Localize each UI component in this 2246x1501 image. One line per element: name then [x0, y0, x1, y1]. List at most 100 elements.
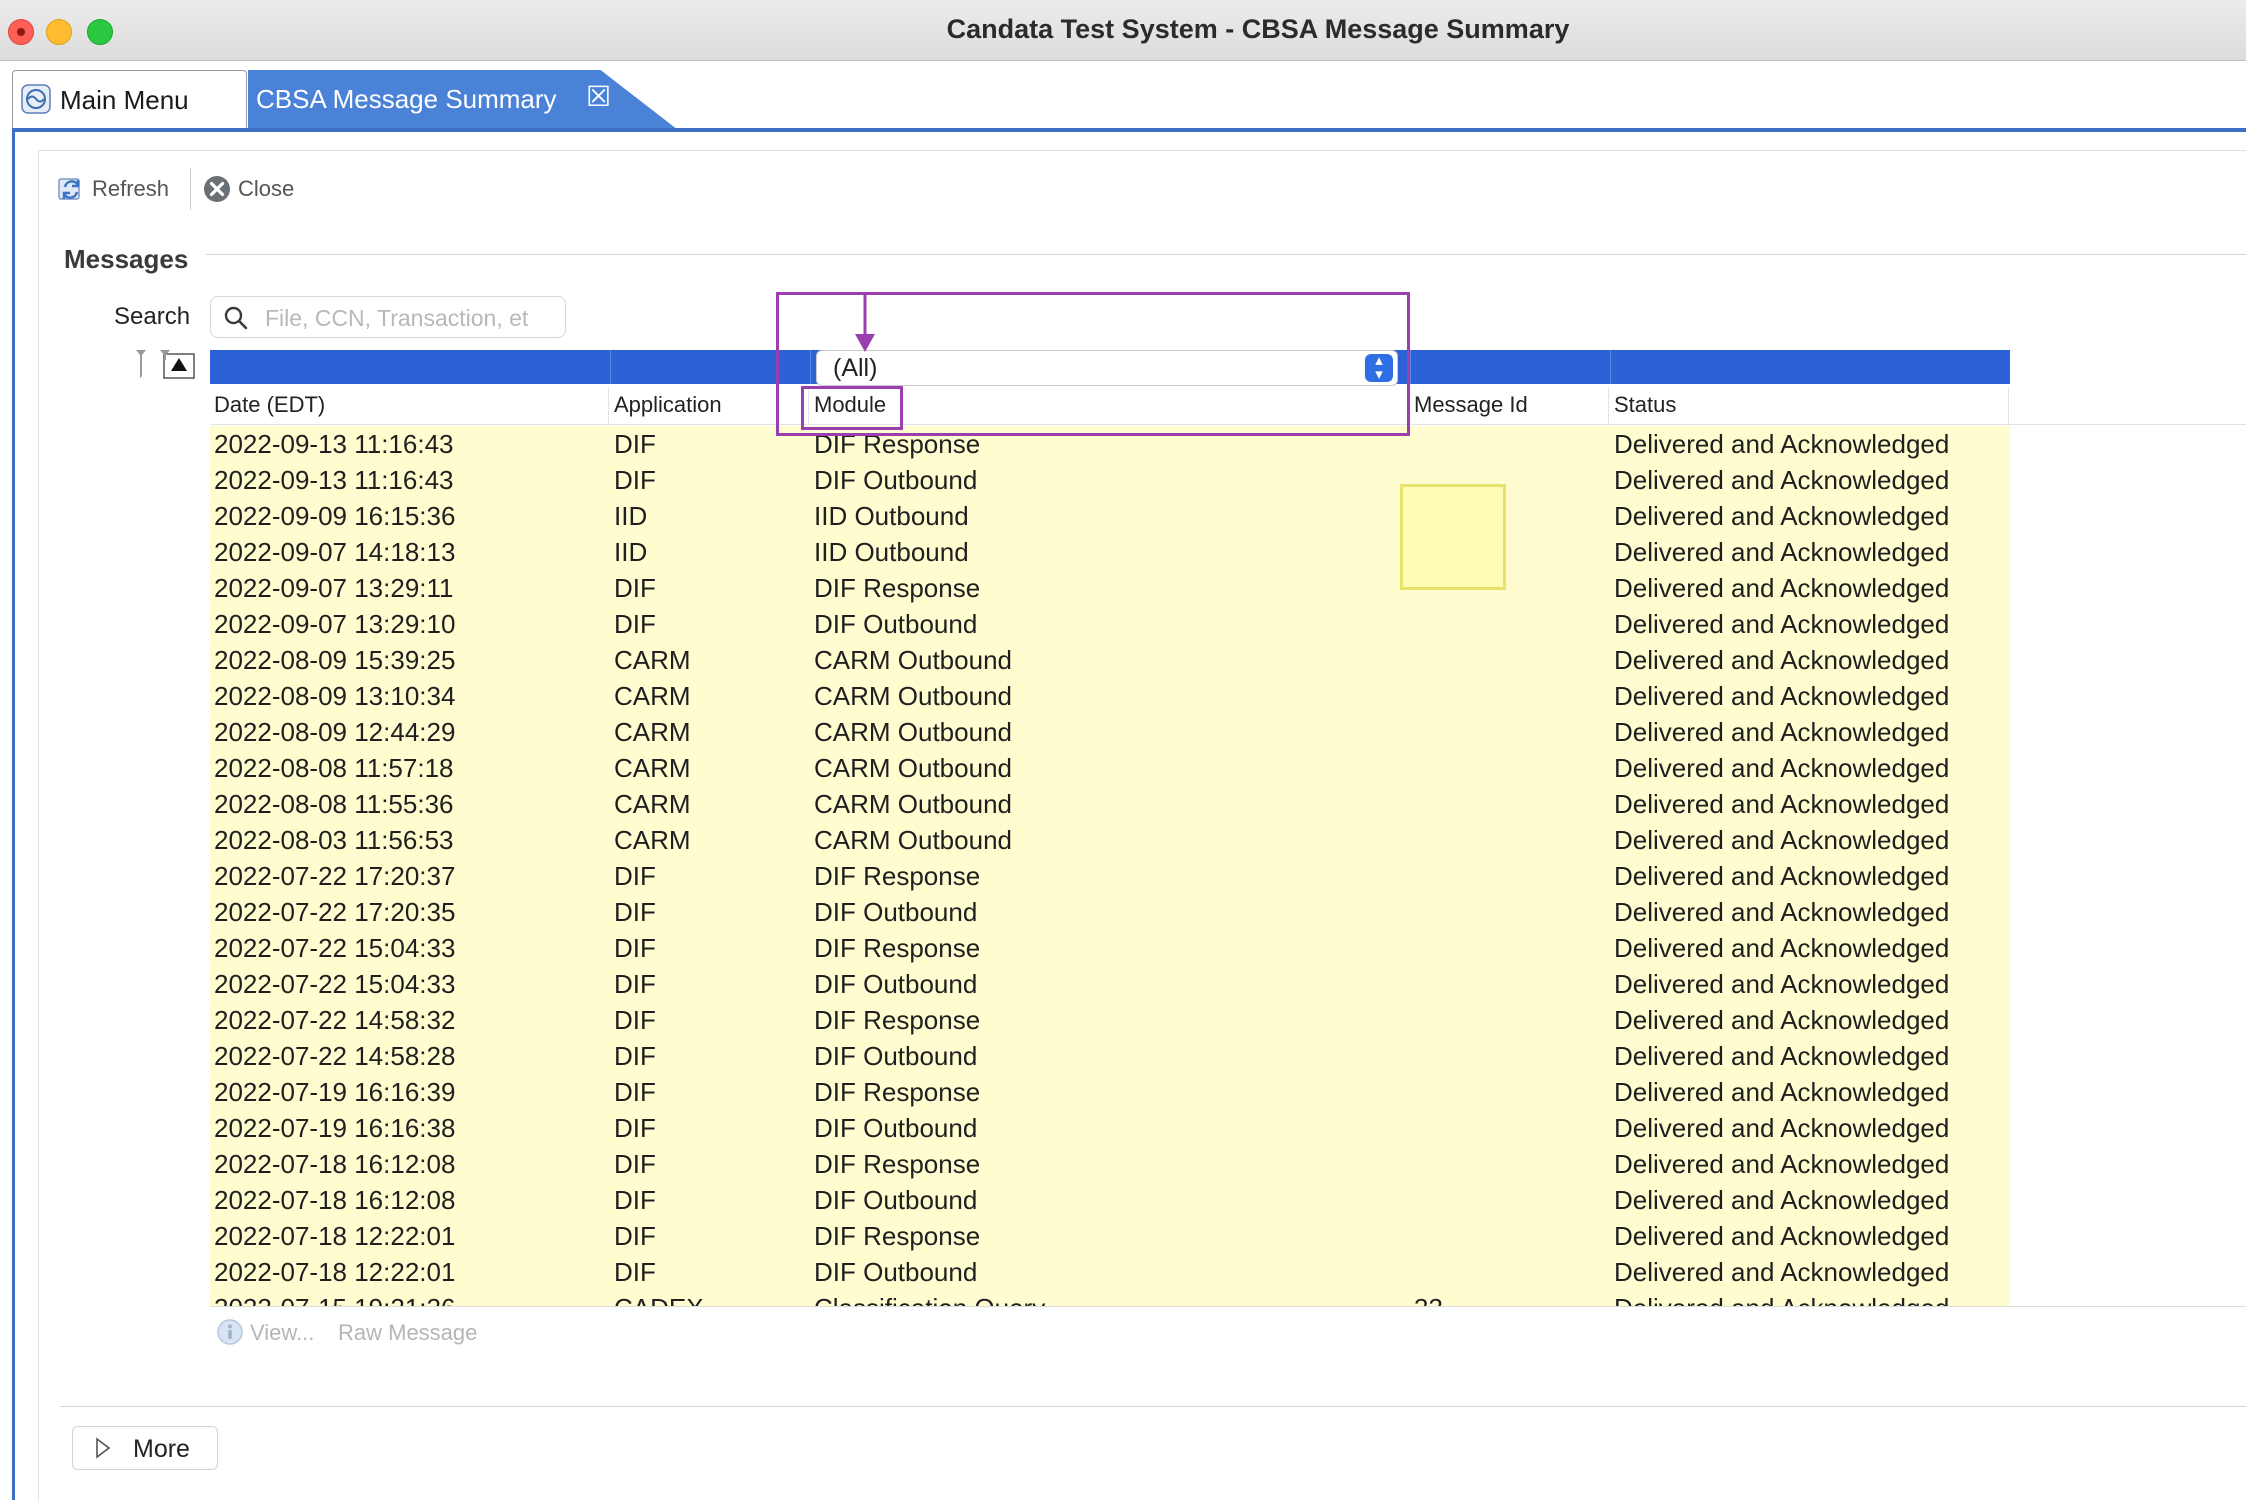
cell-status: Delivered and Acknowledged — [1614, 933, 1950, 963]
table-row[interactable]: 2022-08-03 11:56:53 CARM CARM Outbound Deli… — [210, 822, 2010, 858]
filter-divider — [610, 350, 611, 384]
table-row[interactable]: 2022-07-19 16:16:38 DIF DIF Outbound Delive… — [210, 1110, 2010, 1146]
filter-icon[interactable] — [136, 350, 146, 378]
cell-module: CARM Outbound — [814, 825, 1012, 855]
table-row[interactable]: 2022-09-13 11:16:43 DIF DIF Outbound Delive… — [210, 462, 2010, 498]
cell-status: Delivered and Acknowledged — [1614, 1185, 1950, 1215]
window-title: Candata Test System - CBSA Message Summa… — [946, 14, 1570, 44]
messages-table-body[interactable]: 2022-09-13 11:16:43 DIF DIF Response Delive… — [210, 426, 2010, 1306]
search-input[interactable] — [263, 303, 563, 333]
table-row[interactable]: 2022-08-08 11:57:18 CARM CARM Outbound Deli… — [210, 750, 2010, 786]
column-divider[interactable] — [808, 388, 809, 424]
cell-date: 2022-07-22 15:04:33 — [214, 969, 456, 999]
table-row[interactable]: 2022-07-22 15:04:33 DIF DIF Response Delive… — [210, 930, 2010, 966]
cell-status: Delivered and Acknowledged — [1614, 681, 1950, 711]
cell-status: Delivered and Acknowledged — [1614, 1293, 1949, 1306]
table-row[interactable]: 2022-09-07 13:29:11 DIF DIF Response Delive… — [210, 570, 2010, 606]
table-row[interactable]: 2022-09-09 16:15:36 IID IID Outbound Delive… — [210, 498, 2010, 534]
table-row[interactable]: 2022-07-22 15:04:33 DIF DIF Outbound Delive… — [210, 966, 2010, 1002]
cell-date: 2022-07-22 14:58:28 — [214, 1041, 456, 1071]
cell-application: CARM — [614, 717, 691, 747]
column-divider[interactable] — [608, 388, 609, 424]
table-row[interactable]: 2022-07-22 17:20:35 DIF DIF Outbound Delive… — [210, 894, 2010, 930]
cell-status: Delivered and Acknowledged — [1614, 1077, 1950, 1107]
table-row[interactable]: 2022-07-22 14:58:28 DIF DIF Outbound Delive… — [210, 1038, 2010, 1074]
table-row[interactable]: 2022-08-08 11:55:36 CARM CARM Outbound Deli… — [210, 786, 2010, 822]
column-header-status[interactable]: Status — [1614, 392, 1676, 418]
cell-date: 2022-07-18 12:22:01 — [214, 1257, 456, 1287]
column-header-message-id[interactable]: Message Id — [1414, 392, 1528, 418]
column-header-application[interactable]: Application — [614, 392, 722, 418]
filter-controls[interactable] — [132, 346, 202, 382]
table-row[interactable]: 2022-07-18 12:22:01 DIF DIF Outbound Delive… — [210, 1254, 2010, 1290]
column-divider[interactable] — [1408, 388, 1409, 424]
cell-status: Delivered and Acknowledged — [1614, 645, 1950, 675]
select-stepper-icon[interactable]: ▴ ▾ — [1365, 353, 1393, 382]
footer-divider — [60, 1406, 2246, 1407]
cell-status: Delivered and Acknowledged — [1614, 1041, 1950, 1071]
table-row[interactable]: 2022-09-13 11:16:43 DIF DIF Response Delive… — [210, 426, 2010, 462]
more-button[interactable]: More — [72, 1426, 218, 1470]
search-icon — [224, 306, 248, 330]
table-row[interactable]: 2022-08-09 12:44:29 CARM CARM Outbound Deli… — [210, 714, 2010, 750]
close-label: Close — [238, 176, 295, 201]
cell-date: 2022-09-07 14:18:13 — [214, 537, 456, 567]
cell-status: Delivered and Acknowledged — [1614, 1257, 1950, 1287]
more-label: More — [133, 1435, 190, 1463]
cell-date: 2022-09-07 13:29:11 — [214, 573, 454, 603]
tab-strip: Main Menu CBSA Message Summary ☒ — [12, 70, 2246, 130]
module-filter-select[interactable]: (All) ▴ ▾ — [816, 350, 1398, 386]
table-row[interactable]: 2022-07-22 14:58:32 DIF DIF Response Delive… — [210, 1002, 2010, 1038]
cell-application: IID — [614, 501, 648, 531]
table-row[interactable]: 2022-07-18 16:12:08 DIF DIF Outbound Delive… — [210, 1182, 2010, 1218]
cell-module: DIF Outbound — [814, 1257, 978, 1287]
table-row[interactable]: 2022-07-15 19:21:26 CADEX Classification Q… — [210, 1290, 2010, 1306]
toolbar-separator — [190, 168, 191, 210]
sort-ascending-icon[interactable] — [160, 350, 195, 379]
table-row[interactable]: 2022-07-18 12:22:01 DIF DIF Response Delive… — [210, 1218, 2010, 1254]
tab-main-menu[interactable]: Main Menu — [12, 70, 247, 128]
cell-application: DIF — [614, 1077, 656, 1107]
sticky-note — [1400, 484, 1506, 590]
column-divider[interactable] — [1608, 388, 1609, 424]
column-divider[interactable] — [2008, 388, 2009, 424]
filter-divider — [1410, 350, 1411, 384]
view-label: View... — [250, 1320, 315, 1345]
tab-cbsa-message-summary[interactable]: CBSA Message Summary ☒ — [248, 70, 678, 130]
table-row[interactable]: 2022-07-22 17:20:37 DIF DIF Response Delive… — [210, 858, 2010, 894]
cell-module: DIF Outbound — [814, 465, 978, 495]
cell-status: Delivered and Acknowledged — [1614, 609, 1950, 639]
table-bottom-border — [210, 1306, 2246, 1307]
cell-date: 2022-07-19 16:16:38 — [214, 1113, 456, 1143]
column-header-date[interactable]: Date (EDT) — [214, 392, 325, 418]
close-circle-icon — [204, 176, 230, 202]
cell-date: 2022-08-09 13:10:34 — [214, 681, 456, 711]
table-row[interactable]: 2022-09-07 14:18:13 IID IID Outbound Delive… — [210, 534, 2010, 570]
table-row[interactable]: 2022-07-19 16:16:39 DIF DIF Response Delive… — [210, 1074, 2010, 1110]
table-row[interactable]: 2022-09-07 13:29:10 DIF DIF Outbound Delive… — [210, 606, 2010, 642]
cell-date: 2022-07-15 19:21:26 — [214, 1293, 455, 1306]
search-field[interactable] — [210, 296, 566, 338]
cell-application: DIF — [614, 1005, 656, 1035]
cell-module: DIF Response — [814, 573, 981, 603]
disclosure-triangle-icon — [96, 1437, 111, 1459]
cell-status: Delivered and Acknowledged — [1614, 465, 1950, 495]
refresh-label: Refresh — [92, 176, 170, 201]
cell-date: 2022-07-22 17:20:37 — [214, 861, 456, 891]
table-row[interactable]: 2022-08-09 13:10:34 CARM CARM Outbound Deli… — [210, 678, 2010, 714]
cell-module: CARM Outbound — [814, 717, 1012, 747]
cell-date: 2022-09-13 11:16:43 — [214, 465, 454, 495]
cell-status: Delivered and Acknowledged — [1614, 861, 1950, 891]
cell-module: DIF Response — [814, 1005, 981, 1035]
table-row[interactable]: 2022-08-09 15:39:25 CARM CARM Outbound Deli… — [210, 642, 2010, 678]
cell-application: DIF — [614, 465, 656, 495]
tab-close-icon[interactable]: ☒ — [586, 80, 611, 113]
table-row[interactable]: 2022-07-18 16:12:08 DIF DIF Response Delive… — [210, 1146, 2010, 1182]
cell-status: Delivered and Acknowledged — [1614, 1005, 1950, 1035]
cell-date: 2022-07-18 12:22:01 — [214, 1221, 456, 1251]
column-header-module[interactable]: Module — [814, 392, 886, 418]
cell-module: DIF Response — [814, 933, 981, 963]
cell-module: CARM Outbound — [814, 789, 1012, 819]
cell-date: 2022-07-22 14:58:32 — [214, 1005, 456, 1035]
cell-application: DIF — [614, 897, 656, 927]
